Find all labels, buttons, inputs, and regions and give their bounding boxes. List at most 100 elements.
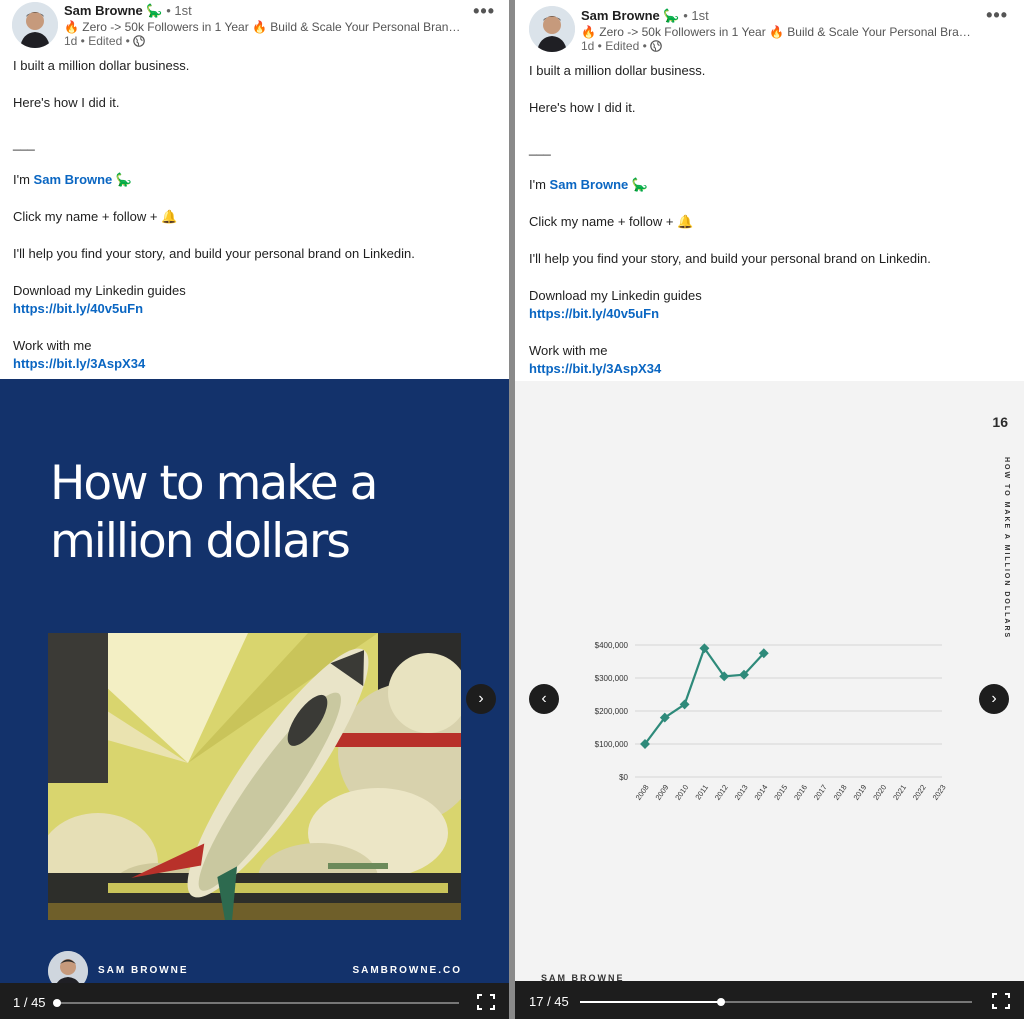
slide-title: How to make a million dollars: [50, 455, 378, 571]
fullscreen-icon[interactable]: [477, 994, 495, 1010]
post-line: Download my Linkedin guides: [13, 282, 186, 298]
post-header: Sam Browne 🦕 • 1st 🔥 Zero -> 50k Followe…: [515, 0, 1024, 56]
author-name[interactable]: Sam Browne: [64, 3, 143, 18]
post-meta: 1d • Edited •: [581, 39, 662, 53]
x-tick-label: 2009: [653, 783, 670, 802]
post-line: ___: [13, 135, 35, 151]
mention-emoji: 🦕: [631, 177, 649, 193]
slide-footer-name: SAM BROWNE: [98, 965, 189, 976]
mention-prefix: I'm: [13, 172, 34, 188]
work-with-me-link[interactable]: https://bit.ly/3AspX34: [13, 355, 415, 373]
author-headline: 🔥 Zero -> 50k Followers in 1 Year 🔥 Buil…: [64, 20, 464, 34]
post-body: I built a million dollar business. Here'…: [13, 57, 415, 374]
connection-degree: • 1st: [683, 8, 709, 23]
post-line: Here's how I did it.: [529, 99, 636, 115]
post-line: I'll help you find your story, and build…: [13, 245, 415, 261]
post-time: 1d • Edited •: [64, 34, 130, 48]
line-chart: $0$100,000$200,000$300,000$400,000 2008 2…: [595, 641, 948, 802]
x-tick-label: 2018: [832, 783, 849, 802]
post-line: Work with me: [529, 342, 608, 358]
author-name-row: Sam Browne 🦕 • 1st: [64, 3, 192, 19]
x-tick-label: 2016: [792, 783, 809, 802]
post-line: ___: [529, 140, 551, 156]
guides-link[interactable]: https://bit.ly/40v5uFn: [13, 300, 415, 318]
x-tick-label: 2017: [812, 783, 829, 802]
post-meta: 1d • Edited •: [64, 34, 145, 48]
carousel-progress-bar: 17 / 45: [515, 981, 1024, 1019]
slide-author-avatar: [48, 951, 88, 983]
slide-footer-site: SAMBROWNE.CO: [352, 965, 462, 976]
author-name-row: Sam Browne 🦕 • 1st: [581, 8, 709, 24]
x-tick-label: 2012: [713, 783, 730, 802]
x-tick-label: 2019: [851, 783, 868, 802]
x-tick-label: 2020: [871, 783, 888, 802]
carousel-slide-chart[interactable]: 16 HOW TO MAKE A MILLION DOLLARS $0 $100,…: [515, 381, 1024, 983]
carousel-prev-button[interactable]: ‹: [529, 684, 559, 714]
author-avatar[interactable]: [529, 6, 575, 52]
more-options-icon[interactable]: •••: [986, 6, 1008, 24]
fullscreen-icon[interactable]: [992, 993, 1010, 1009]
post-line: Download my Linkedin guides: [529, 287, 702, 303]
slide-title-line: million dollars: [50, 514, 351, 569]
x-tick-label: 2014: [752, 783, 769, 802]
progress-handle[interactable]: [717, 998, 726, 1006]
post-line: Here's how I did it.: [13, 94, 120, 110]
x-tick-label: 2013: [733, 783, 750, 802]
progress-handle[interactable]: [53, 999, 61, 1007]
post-line: Work with me: [13, 337, 92, 353]
progress-fill: [580, 1001, 722, 1003]
carousel-next-button[interactable]: ›: [979, 684, 1009, 714]
slide-counter: 17 / 45: [529, 994, 569, 1009]
post-line: Click my name + follow + 🔔: [529, 214, 694, 230]
slide-title-line: How to make a: [50, 456, 378, 511]
rocket-illustration: [48, 633, 461, 920]
post-line: I'm Sam Browne 🦕: [13, 171, 415, 189]
post-time: 1d • Edited •: [581, 39, 647, 53]
post-line: I built a million dollar business.: [13, 58, 190, 73]
post-line: Click my name + follow + 🔔: [13, 209, 178, 225]
y-tick-label: $100,000: [595, 740, 629, 749]
post-left: Sam Browne 🦕 • 1st 🔥 Zero -> 50k Followe…: [0, 0, 509, 1019]
globe-icon: [649, 40, 662, 52]
progress-track[interactable]: [580, 998, 972, 1006]
y-tick-label: $400,000: [595, 641, 629, 650]
x-tick-label: 2023: [931, 783, 948, 802]
chevron-right-icon: ›: [478, 690, 484, 707]
work-with-me-link[interactable]: https://bit.ly/3AspX34: [529, 360, 931, 378]
slide-counter: 1 / 45: [13, 995, 46, 1010]
post-body: I built a million dollar business. Here'…: [529, 62, 931, 379]
carousel-slide-cover[interactable]: How to make a million dollars SAM BROWNE…: [0, 379, 509, 983]
post-right: Sam Browne 🦕 • 1st 🔥 Zero -> 50k Followe…: [515, 0, 1024, 1019]
x-tick-label: 2015: [772, 783, 789, 802]
globe-icon: [132, 35, 145, 47]
author-headline: 🔥 Zero -> 50k Followers in 1 Year 🔥 Buil…: [581, 25, 975, 39]
chevron-right-icon: ›: [991, 690, 997, 707]
author-emoji: 🦕: [146, 3, 163, 18]
author-avatar[interactable]: [12, 2, 58, 48]
series-line: [644, 645, 765, 745]
connection-degree: • 1st: [166, 3, 192, 18]
post-line: I built a million dollar business.: [529, 63, 706, 78]
y-tick-label: $0: [619, 773, 628, 782]
x-tick-label: 2008: [634, 783, 651, 802]
author-name[interactable]: Sam Browne: [581, 8, 660, 23]
x-tick-label: 2021: [891, 783, 908, 802]
post-header: Sam Browne 🦕 • 1st 🔥 Zero -> 50k Followe…: [0, 0, 509, 56]
carousel-progress-bar: 1 / 45: [0, 983, 509, 1019]
chevron-left-icon: ‹: [541, 690, 547, 707]
progress-track[interactable]: [53, 999, 459, 1007]
y-tick-label: $300,000: [595, 674, 629, 683]
post-line: I'll help you find your story, and build…: [529, 250, 931, 266]
guides-link[interactable]: https://bit.ly/40v5uFn: [529, 305, 931, 323]
post-line: I'm Sam Browne 🦕: [529, 176, 931, 194]
x-tick-label: 2011: [693, 783, 710, 801]
y-tick-label: $200,000: [595, 707, 629, 716]
x-tick-label: 2010: [673, 783, 690, 802]
author-mention-link[interactable]: Sam Browne: [550, 177, 629, 192]
more-options-icon[interactable]: •••: [473, 2, 495, 20]
mention-prefix: I'm: [529, 177, 550, 193]
author-mention-link[interactable]: Sam Browne: [34, 172, 113, 187]
carousel-next-button[interactable]: ›: [466, 684, 496, 714]
mention-emoji: 🦕: [115, 172, 133, 188]
author-emoji: 🦕: [663, 8, 680, 23]
